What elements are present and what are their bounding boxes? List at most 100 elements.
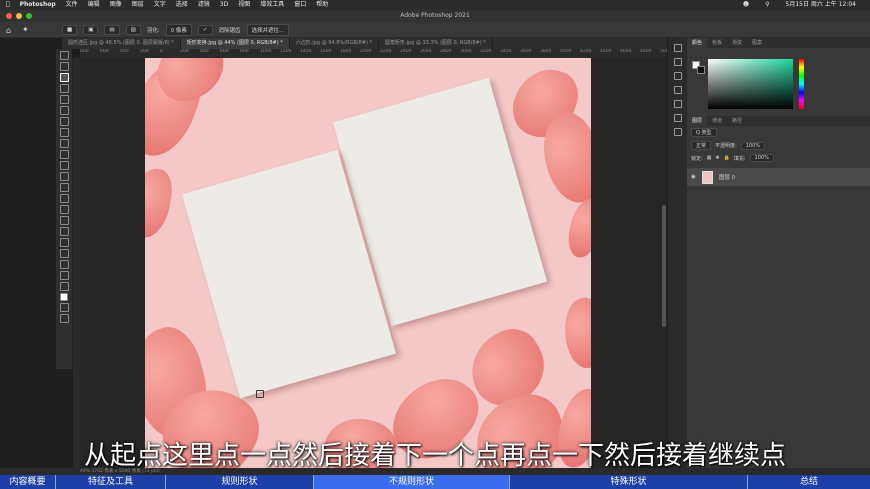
healing-brush-tool-icon[interactable]: [59, 128, 69, 137]
opacity-input[interactable]: 100%: [740, 141, 765, 150]
menu-file[interactable]: 文件: [66, 0, 78, 10]
tab-swatches[interactable]: 色板: [707, 38, 727, 48]
chapter-overview[interactable]: 内容概要: [0, 475, 56, 489]
blend-mode-select[interactable]: 正常: [691, 141, 712, 150]
home-icon[interactable]: ⌂: [6, 26, 11, 35]
ruler-tick-label: 4400: [600, 49, 612, 54]
color-swatch-icon[interactable]: [60, 293, 68, 301]
lasso-tool-icon[interactable]: [59, 73, 69, 82]
chapter-features-tools[interactable]: 特征及工具: [56, 475, 166, 489]
libraries-icon[interactable]: [673, 114, 682, 122]
brush-tool-icon[interactable]: [59, 139, 69, 148]
selection-mode-subtract-icon[interactable]: ▤: [104, 24, 120, 35]
vertical-ruler: [73, 58, 80, 478]
background-color-swatch[interactable]: [697, 66, 705, 74]
history-icon[interactable]: [673, 44, 682, 52]
layer-name[interactable]: 图层 0: [719, 173, 735, 181]
chapter-special-shapes[interactable]: 特殊形状: [510, 475, 748, 489]
marquee-tool-icon[interactable]: [59, 62, 69, 71]
document-canvas[interactable]: [145, 58, 591, 468]
eraser-tool-icon[interactable]: [59, 172, 69, 181]
selection-mode-add-icon[interactable]: ▣: [83, 24, 99, 35]
layer-row[interactable]: ◉ 图层 0: [687, 168, 870, 186]
layer-kind-filter[interactable]: Q 类型: [691, 128, 717, 137]
lock-position-icon[interactable]: ✥: [715, 155, 719, 161]
zoom-tool-icon[interactable]: [59, 271, 69, 280]
paragraph-icon[interactable]: [673, 86, 682, 94]
pen-tool-icon[interactable]: [59, 216, 69, 225]
selection-mode-new-icon[interactable]: ■: [62, 24, 78, 35]
select-and-mask-button[interactable]: 选择并遮住...: [246, 23, 290, 36]
chapter-nav-bar: 内容概要 特征及工具 规则形状 不规则形状 特殊形状 总结: [0, 475, 870, 489]
tab-paths[interactable]: 路径: [727, 116, 747, 126]
brush-settings-icon[interactable]: [673, 128, 682, 136]
app-menu[interactable]: Photoshop: [20, 0, 56, 10]
panels-dock: 颜色 色板 渐变 图案 图层 通道 路径 Q 类型 正常 不透明度: 100% …: [687, 38, 870, 468]
dodge-tool-icon[interactable]: [59, 205, 69, 214]
tab-channels[interactable]: 通道: [707, 116, 727, 126]
user-icon[interactable]: ☻: [743, 0, 749, 10]
tab-layers[interactable]: 图层: [687, 116, 708, 126]
lock-pixels-icon[interactable]: ▦: [707, 155, 712, 161]
crop-tool-icon[interactable]: [59, 95, 69, 104]
tab-patterns[interactable]: 图案: [747, 38, 767, 48]
menu-filter[interactable]: 滤镜: [198, 0, 210, 10]
hand-tool-icon[interactable]: [59, 260, 69, 269]
type-tool-icon[interactable]: [59, 227, 69, 236]
color-picker-field[interactable]: [708, 59, 793, 109]
feather-input[interactable]: 0 像素: [165, 23, 192, 36]
feather-label: 羽化:: [146, 27, 160, 34]
character-icon[interactable]: [673, 72, 682, 80]
properties-icon[interactable]: [673, 58, 682, 66]
tab-color[interactable]: 颜色: [687, 38, 708, 48]
move-tool-icon[interactable]: [59, 51, 69, 60]
gradient-tool-icon[interactable]: [59, 183, 69, 192]
hue-slider[interactable]: [799, 59, 804, 109]
path-selection-tool-icon[interactable]: [59, 238, 69, 247]
history-brush-tool-icon[interactable]: [59, 161, 69, 170]
selection-mode-intersect-icon[interactable]: ▨: [125, 24, 141, 35]
screen-mode-icon[interactable]: [59, 314, 69, 323]
quick-mask-icon[interactable]: [59, 303, 69, 312]
blur-tool-icon[interactable]: [59, 194, 69, 203]
menu-help[interactable]: 帮助: [316, 0, 328, 10]
antialias-checkbox[interactable]: ✓: [197, 24, 213, 35]
search-icon[interactable]: ⚲: [765, 0, 769, 10]
chapter-regular-shapes[interactable]: 规则形状: [166, 475, 314, 489]
fill-input[interactable]: 100%: [749, 154, 774, 162]
menu-select[interactable]: 选择: [176, 0, 188, 10]
stamp-tool-icon[interactable]: [59, 150, 69, 159]
lock-all-icon[interactable]: 🔒: [724, 155, 730, 161]
menu-window[interactable]: 窗口: [294, 0, 306, 10]
menu-layer[interactable]: 图层: [132, 0, 144, 10]
menu-image[interactable]: 图像: [110, 0, 122, 10]
apple-icon[interactable]: : [6, 0, 10, 10]
menu-view[interactable]: 视图: [238, 0, 250, 10]
chapter-summary[interactable]: 总结: [748, 475, 870, 489]
chapter-irregular-shapes[interactable]: 不规则形状: [314, 475, 510, 489]
menu-edit[interactable]: 编辑: [88, 0, 100, 10]
vertical-scrollbar[interactable]: [662, 205, 666, 327]
tab-rect-transform[interactable]: 矩形变换.jpg @ 44% (图层 0, RGB/8#) *: [180, 38, 290, 49]
tab-hexagon[interactable]: 六边形.jpg @ 94.8%(RGB/8#) *: [290, 38, 379, 49]
zoom-window-button[interactable]: [26, 13, 32, 19]
rectangle-tool-icon[interactable]: [59, 249, 69, 258]
visibility-eye-icon[interactable]: ◉: [691, 174, 696, 180]
eyedropper-tool-icon[interactable]: [59, 117, 69, 126]
adjustments-icon[interactable]: [673, 100, 682, 108]
more-tools-icon[interactable]: [59, 282, 69, 291]
menu-type[interactable]: 文字: [154, 0, 166, 10]
lasso-tool-icon[interactable]: ✦: [22, 25, 29, 34]
close-window-button[interactable]: [6, 13, 12, 19]
frame-tool-icon[interactable]: [59, 106, 69, 115]
menu-plugins[interactable]: 增效工具: [260, 0, 284, 10]
minimize-window-button[interactable]: [16, 13, 22, 19]
menu-3d[interactable]: 3D: [220, 0, 228, 10]
ruler-tick-label: 3600: [520, 49, 532, 54]
magic-wand-tool-icon[interactable]: [59, 84, 69, 93]
options-bar: ⌂ ✦ ■ ▣ ▤ ▨ 羽化: 0 像素 ✓ 消除锯齿 选择并遮住...: [0, 22, 870, 38]
tab-rounded-rect[interactable]: 圆角矩形.jpg @ 33.3% (图层 0, RGB/8#) *: [379, 38, 493, 49]
tab-circle-selection[interactable]: 圆形选区.jpg @ 48.5% (图层 0, 图层蒙版/8) *: [62, 38, 181, 49]
tab-gradients[interactable]: 渐变: [727, 38, 747, 48]
opacity-label: 不透明度:: [715, 143, 737, 149]
